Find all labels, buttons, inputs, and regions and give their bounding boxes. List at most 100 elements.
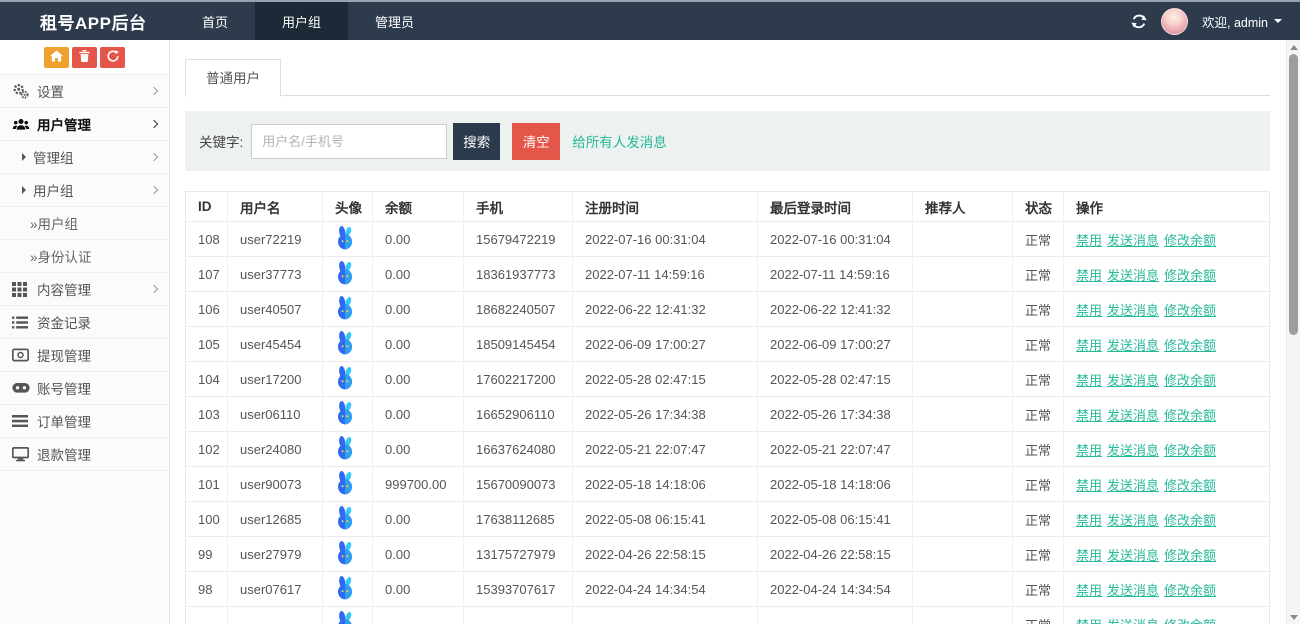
nav-tab-admin[interactable]: 管理员 xyxy=(348,2,441,40)
action-send-message-link[interactable]: 发送消息 xyxy=(1107,405,1159,424)
rabbit-avatar-icon xyxy=(335,226,355,253)
sidebar-item-account-management[interactable]: 账号管理 xyxy=(0,372,169,405)
cell-id xyxy=(186,607,228,624)
cell-registered xyxy=(573,607,758,624)
action-modify-balance-link[interactable]: 修改余额 xyxy=(1164,335,1216,354)
sidebar-item-settings[interactable]: 设置 xyxy=(0,75,169,108)
table-row: 98user076170.00153937076172022-04-24 14:… xyxy=(186,572,1269,607)
scroll-up-arrow-icon[interactable] xyxy=(1290,45,1298,50)
action-modify-balance-link[interactable]: 修改余额 xyxy=(1164,405,1216,424)
cell-balance: 0.00 xyxy=(373,222,464,257)
action-send-message-link[interactable]: 发送消息 xyxy=(1107,440,1159,459)
sidebar-item-user-group-sub[interactable]: »用户组 xyxy=(0,207,169,240)
sidebar-item-withdrawal-management[interactable]: 提现管理 xyxy=(0,339,169,372)
action-disable-link[interactable]: 禁用 xyxy=(1076,580,1102,599)
sidebar-item-fund-records[interactable]: 资金记录 xyxy=(0,306,169,339)
column-header-7: 推荐人 xyxy=(913,192,1013,222)
clear-button[interactable]: 清空 xyxy=(512,123,560,160)
action-modify-balance-link[interactable]: 修改余额 xyxy=(1164,230,1216,249)
action-modify-balance-link[interactable]: 修改余额 xyxy=(1164,615,1216,624)
sidebar-item-label: 退款管理 xyxy=(37,444,91,464)
action-modify-balance-link[interactable]: 修改余额 xyxy=(1164,580,1216,599)
user-avatar[interactable] xyxy=(1161,8,1188,35)
cell-balance: 0.00 xyxy=(373,327,464,362)
sidebar-item-content-management[interactable]: 内容管理 xyxy=(0,273,169,306)
sidebar-item-user-management[interactable]: 用户管理 xyxy=(0,108,169,141)
navbar-tabs: 首页用户组管理员 xyxy=(175,2,441,40)
cell-username: user12685 xyxy=(228,502,323,537)
cell-last-login: 2022-05-21 22:07:47 xyxy=(758,432,913,467)
cell-avatar xyxy=(323,292,373,327)
vertical-scrollbar[interactable] xyxy=(1286,40,1300,624)
trash-button[interactable] xyxy=(72,47,97,68)
action-disable-link[interactable]: 禁用 xyxy=(1076,440,1102,459)
sidebar-item-admin-group[interactable]: 管理组 xyxy=(0,141,169,174)
action-modify-balance-link[interactable]: 修改余额 xyxy=(1164,545,1216,564)
tab-normal-users[interactable]: 普通用户 xyxy=(185,59,281,97)
action-send-message-link[interactable]: 发送消息 xyxy=(1107,510,1159,529)
action-send-message-link[interactable]: 发送消息 xyxy=(1107,370,1159,389)
chevron-right-icon xyxy=(150,186,158,194)
action-disable-link[interactable]: 禁用 xyxy=(1076,615,1102,624)
cell-id: 98 xyxy=(186,572,228,607)
cell-status: 正常 xyxy=(1013,537,1064,572)
scroll-down-arrow-icon[interactable] xyxy=(1290,615,1298,620)
sidebar-item-label: 内容管理 xyxy=(37,279,91,299)
action-modify-balance-link[interactable]: 修改余额 xyxy=(1164,370,1216,389)
action-modify-balance-link[interactable]: 修改余额 xyxy=(1164,440,1216,459)
home-icon xyxy=(50,50,63,65)
action-send-message-link[interactable]: 发送消息 xyxy=(1107,230,1159,249)
cell-phone: 15679472219 xyxy=(464,222,573,257)
action-disable-link[interactable]: 禁用 xyxy=(1076,370,1102,389)
sidebar-item-identity-verify[interactable]: »身份认证 xyxy=(0,240,169,273)
scrollbar-thumb[interactable] xyxy=(1289,54,1298,335)
cell-phone: 13175727979 xyxy=(464,537,573,572)
action-disable-link[interactable]: 禁用 xyxy=(1076,300,1102,319)
action-send-message-link[interactable]: 发送消息 xyxy=(1107,475,1159,494)
cell-status: 正常 xyxy=(1013,257,1064,292)
action-send-message-link[interactable]: 发送消息 xyxy=(1107,300,1159,319)
column-header-9: 操作 xyxy=(1064,192,1269,222)
nav-tab-home[interactable]: 首页 xyxy=(175,2,255,40)
user-menu[interactable]: 欢迎, admin xyxy=(1202,12,1282,31)
search-button[interactable]: 搜索 xyxy=(453,123,500,160)
action-send-message-link[interactable]: 发送消息 xyxy=(1107,580,1159,599)
action-disable-link[interactable]: 禁用 xyxy=(1076,230,1102,249)
action-modify-balance-link[interactable]: 修改余额 xyxy=(1164,300,1216,319)
action-disable-link[interactable]: 禁用 xyxy=(1076,475,1102,494)
cell-referrer xyxy=(913,292,1013,327)
action-modify-balance-link[interactable]: 修改余额 xyxy=(1164,510,1216,529)
action-send-message-link[interactable]: 发送消息 xyxy=(1107,265,1159,284)
cell-referrer xyxy=(913,432,1013,467)
chevron-right-icon xyxy=(150,120,158,128)
action-send-message-link[interactable]: 发送消息 xyxy=(1107,615,1159,624)
sidebar-item-user-group[interactable]: 用户组 xyxy=(0,174,169,207)
sidebar-item-refund-management[interactable]: 退款管理 xyxy=(0,438,169,471)
action-send-message-link[interactable]: 发送消息 xyxy=(1107,335,1159,354)
cell-balance: 999700.00 xyxy=(373,467,464,502)
top-navbar: 租号APP后台 首页用户组管理员 欢迎, admin xyxy=(0,0,1300,40)
home-button[interactable] xyxy=(44,47,69,68)
table-row: 104user172000.00176022172002022-05-28 02… xyxy=(186,362,1269,397)
action-disable-link[interactable]: 禁用 xyxy=(1076,545,1102,564)
action-disable-link[interactable]: 禁用 xyxy=(1076,405,1102,424)
action-disable-link[interactable]: 禁用 xyxy=(1076,510,1102,529)
nav-tab-usergroup[interactable]: 用户组 xyxy=(255,2,348,40)
recycle-button[interactable] xyxy=(100,47,125,68)
welcome-text: 欢迎, admin xyxy=(1202,12,1268,31)
cell-actions: 禁用发送消息修改余额 xyxy=(1064,397,1269,432)
action-modify-balance-link[interactable]: 修改余额 xyxy=(1164,475,1216,494)
action-disable-link[interactable]: 禁用 xyxy=(1076,265,1102,284)
column-header-5: 注册时间 xyxy=(573,192,758,222)
refresh-icon[interactable] xyxy=(1131,14,1147,29)
cell-id: 99 xyxy=(186,537,228,572)
action-disable-link[interactable]: 禁用 xyxy=(1076,335,1102,354)
sidebar-item-order-management[interactable]: 订单管理 xyxy=(0,405,169,438)
action-modify-balance-link[interactable]: 修改余额 xyxy=(1164,265,1216,284)
chevron-right-icon xyxy=(150,153,158,161)
keyword-input[interactable] xyxy=(251,124,447,159)
cell-id: 101 xyxy=(186,467,228,502)
table-row: 正常禁用发送消息修改余额 xyxy=(186,607,1269,624)
action-send-message-link[interactable]: 发送消息 xyxy=(1107,545,1159,564)
broadcast-all-link[interactable]: 给所有人发消息 xyxy=(572,131,667,151)
